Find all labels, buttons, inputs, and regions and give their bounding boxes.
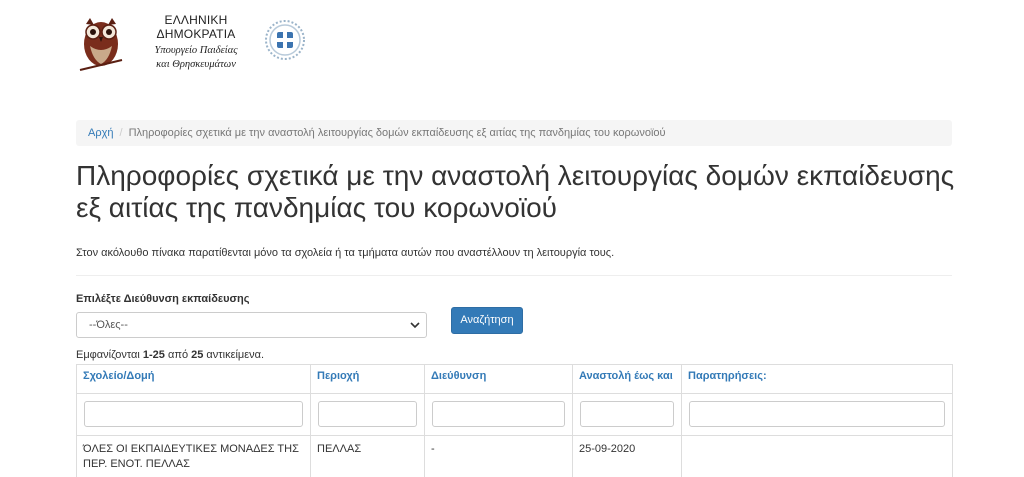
filter-cell xyxy=(424,393,573,436)
filter-cell xyxy=(681,393,953,436)
summary-suffix: αντικείμενα. xyxy=(203,349,265,361)
owl-logo-icon xyxy=(79,18,123,71)
table-row: ΌΛΕΣ ΟΙ ΕΚΠΑΙΔΕΥΤΙΚΕΣ ΜΟΝΑΔΕΣ ΤΗΣ ΠΕΡ. Ε… xyxy=(76,435,953,477)
column-header-directorate: Διεύθυνση xyxy=(424,364,573,394)
directorate-select[interactable]: --Όλες-- xyxy=(76,312,427,338)
cell-suspension: 25-09-2020 xyxy=(572,435,682,477)
summary-total: 25 xyxy=(191,349,204,361)
sort-directorate-link[interactable]: Διεύθυνση xyxy=(431,370,486,382)
sort-area-link[interactable]: Περιοχή xyxy=(317,370,359,382)
column-header-school: Σχολείο/Δομή xyxy=(76,364,311,394)
filter-notes-input[interactable] xyxy=(689,401,945,427)
sort-suspension-link[interactable]: Αναστολή έως και xyxy=(579,370,673,382)
ministry-title: ΕΛΛΗΝΙΚΗ ΔΗΜΟΚΡΑΤΙΑ xyxy=(156,13,236,41)
table-header-row: Σχολείο/Δομή Περιοχή Διεύθυνση Αναστολή … xyxy=(76,364,953,394)
site-header: ΕΛΛΗΝΙΚΗ ΔΗΜΟΚΡΑΤΙΑ Υπουργείο Παιδείας κ… xyxy=(76,10,336,72)
cell-notes xyxy=(681,435,953,477)
greek-emblem-icon xyxy=(265,20,305,60)
filter-cell xyxy=(76,393,311,436)
breadcrumb-separator: / xyxy=(119,127,123,139)
column-header-notes: Παρατηρήσεις: xyxy=(681,364,953,394)
summary-prefix: Εμφανίζονται xyxy=(76,349,143,361)
chevron-down-icon xyxy=(410,322,420,329)
ministry-line-1: Υπουργείο Παιδείας xyxy=(154,45,238,56)
search-button[interactable]: Αναζήτηση xyxy=(451,307,523,334)
breadcrumb-current: Πληροφορίες σχετικά με την αναστολή λειτ… xyxy=(128,127,666,139)
summary-range: 1-25 xyxy=(142,349,165,361)
column-header-suspension: Αναστολή έως και xyxy=(572,364,682,394)
cell-directorate: - xyxy=(424,435,573,477)
ministry-text: ΕΛΛΗΝΙΚΗ ΔΗΜΟΚΡΑΤΙΑ Υπουργείο Παιδείας κ… xyxy=(126,13,266,72)
filter-cell xyxy=(310,393,425,436)
directorate-select-value: --Όλες-- xyxy=(89,319,128,331)
results-table: Σχολείο/Δομή Περιοχή Διεύθυνση Αναστολή … xyxy=(76,364,953,477)
cell-area: ΠΕΛΛΑΣ xyxy=(310,435,425,477)
breadcrumb: Αρχή / Πληροφορίες σχετικά με την αναστολή… xyxy=(76,120,952,146)
sort-school-link[interactable]: Σχολείο/Δομή xyxy=(83,370,155,382)
directorate-select-label: Επιλέξτε Διεύθυνση εκπαίδευσης xyxy=(76,293,250,305)
filter-area-input[interactable] xyxy=(318,401,417,427)
page-title: Πληροφορίες σχετικά με την αναστολή λειτ… xyxy=(76,160,955,223)
intro-text: Στον ακόλουθο πίνακα παρατίθενται μόνο τ… xyxy=(76,247,615,259)
breadcrumb-home-link[interactable]: Αρχή xyxy=(88,127,114,139)
ministry-line-2: και Θρησκευμάτων xyxy=(156,59,236,70)
divider xyxy=(76,275,952,276)
summary-middle: από xyxy=(164,349,192,361)
filter-school-input[interactable] xyxy=(84,401,303,427)
column-header-area: Περιοχή xyxy=(310,364,425,394)
filter-cell xyxy=(572,393,682,436)
results-summary: Εμφανίζονται 1-25 από 25 αντικείμενα. xyxy=(76,349,264,361)
filter-suspension-input[interactable] xyxy=(580,401,674,427)
filter-directorate-input[interactable] xyxy=(432,401,565,427)
cell-school: ΌΛΕΣ ΟΙ ΕΚΠΑΙΔΕΥΤΙΚΕΣ ΜΟΝΑΔΕΣ ΤΗΣ ΠΕΡ. Ε… xyxy=(76,435,311,477)
filter-row xyxy=(76,393,953,436)
sort-notes-link[interactable]: Παρατηρήσεις: xyxy=(688,370,767,382)
